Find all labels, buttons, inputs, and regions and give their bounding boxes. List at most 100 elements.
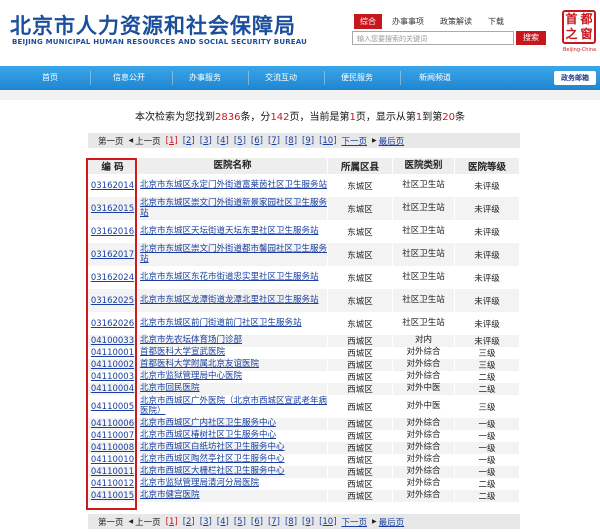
hospital-name-link[interactable]: 北京市东城区崇文门外街道都市馨园社区卫生服务站 xyxy=(140,244,327,264)
hospital-code-link[interactable]: 03162016 xyxy=(91,227,134,237)
page-link[interactable]: [9] xyxy=(302,517,314,527)
hospital-code-link[interactable]: 03162014 xyxy=(91,181,134,191)
hospital-name-link[interactable]: 北京市东城区龙潭街道龙潭北里社区卫生服务站 xyxy=(140,295,319,306)
hospital-type: 社区卫生站 xyxy=(402,317,445,328)
hospital-code-link[interactable]: 04110004 xyxy=(91,384,134,394)
hospital-code-cell: 03162014 xyxy=(88,174,138,197)
page-link[interactable]: [5] xyxy=(234,136,246,146)
hospital-code-link[interactable]: 04110003 xyxy=(91,372,134,382)
page-link[interactable]: [4] xyxy=(217,517,229,527)
page-link[interactable]: [1] xyxy=(166,517,178,527)
hospital-name-link[interactable]: 北京市西城区白纸坊社区卫生服务中心 xyxy=(140,443,285,453)
hospital-level: 未评级 xyxy=(455,289,520,312)
page-link[interactable]: [6] xyxy=(251,517,263,527)
page-link[interactable]: [6] xyxy=(251,136,263,146)
hospital-area: 东城区 xyxy=(347,204,373,215)
page-link[interactable]: [5] xyxy=(234,517,246,527)
last-page-link[interactable]: 最后页 xyxy=(379,135,405,147)
hospital-name-link[interactable]: 北京市西城区陶然亭社区卫生服务中心 xyxy=(140,455,285,465)
page-link[interactable]: [10] xyxy=(319,136,336,146)
hospital-code-link[interactable]: 04110006 xyxy=(91,419,134,429)
hospital-name-link[interactable]: 北京市西城区椿树社区卫生服务中心 xyxy=(140,431,276,441)
hospital-name-link[interactable]: 北京市先农坛体育场门诊部 xyxy=(140,336,242,346)
page-link[interactable]: [2] xyxy=(183,136,195,146)
page-link[interactable]: [7] xyxy=(268,136,280,146)
hospital-area: 西城区 xyxy=(328,359,393,371)
page-link[interactable]: [3] xyxy=(200,136,212,146)
page-link[interactable]: [10] xyxy=(319,517,336,527)
hospital-name-link[interactable]: 北京市东城区天坛街道天坛东里社区卫生服务站 xyxy=(140,226,319,237)
first-page-link[interactable]: 第一页 xyxy=(98,135,124,147)
hospital-code-cell: 04110015 xyxy=(88,490,138,502)
hospital-name-link[interactable]: 首都医科大学宣武医院 xyxy=(140,348,225,358)
hospital-code-link[interactable]: 04110010 xyxy=(91,455,134,465)
hospital-name-link[interactable]: 北京市东城区崇文门外街道新景家园社区卫生服务站 xyxy=(140,198,327,218)
page-link[interactable]: [8] xyxy=(285,517,297,527)
hospital-area: 东城区 xyxy=(347,273,373,284)
page-link[interactable]: [1] xyxy=(166,136,178,146)
hospital-code-link[interactable]: 04110001 xyxy=(91,348,134,358)
hospital-code-link[interactable]: 03162025 xyxy=(91,296,134,306)
site-title[interactable]: 北京市人力资源和社会保障局 xyxy=(10,10,296,40)
hospital-code-link[interactable]: 03162024 xyxy=(91,273,134,283)
hospital-name-link[interactable]: 北京市西城区广外医院（北京市西城区宣武老年病医院） xyxy=(140,396,327,416)
hospital-name-link[interactable]: 北京市健宫医院 xyxy=(140,491,200,501)
last-page-link[interactable]: 最后页 xyxy=(379,516,405,528)
hospital-code-link[interactable]: 03162015 xyxy=(91,204,134,214)
nav-item-interaction[interactable]: 交流互动 xyxy=(256,66,306,90)
top-link-affairs[interactable]: 办事事项 xyxy=(386,14,430,29)
nav-item-home[interactable]: 首页 xyxy=(30,66,70,90)
hospital-level: 三级 xyxy=(455,347,520,359)
hospital-name-link[interactable]: 北京市监狱管理局清河分局医院 xyxy=(140,479,259,489)
hospital-name-link[interactable]: 北京市回民医院 xyxy=(140,384,200,394)
hospital-name-link[interactable]: 首都医科大学附属北京友谊医院 xyxy=(140,360,259,370)
hospital-code-link[interactable]: 03162026 xyxy=(91,319,134,329)
hospital-name-link[interactable]: 北京市西城区大栅栏社区卫生服务中心 xyxy=(140,467,285,477)
page-link[interactable]: [9] xyxy=(302,136,314,146)
search-button[interactable]: 搜索 xyxy=(516,31,546,45)
search-input[interactable]: 输入您要搜索的关键词 xyxy=(352,31,514,45)
hospital-type: 社区卫生站 xyxy=(393,174,455,197)
hospital-name-link[interactable]: 北京市东城区永定门外街道富莱茵社区卫生服务站 xyxy=(140,180,327,191)
hospital-code-link[interactable]: 04110005 xyxy=(91,402,134,412)
first-page-link[interactable]: 第一页 xyxy=(98,516,124,528)
top-link-general[interactable]: 综合 xyxy=(354,14,382,29)
hospital-code-link[interactable]: 04110007 xyxy=(91,431,134,441)
hospital-name-link[interactable]: 北京市西城区广内社区卫生服务中心 xyxy=(140,419,276,429)
page-link[interactable]: [3] xyxy=(200,517,212,527)
hospital-code-link[interactable]: 04110012 xyxy=(91,479,134,489)
hospital-type: 对外中医 xyxy=(393,395,455,418)
top-link-download[interactable]: 下载 xyxy=(482,14,510,29)
hospital-type: 社区卫生站 xyxy=(402,225,445,236)
page-link[interactable]: [2] xyxy=(183,517,195,527)
nav-item-services[interactable]: 办事服务 xyxy=(180,66,230,90)
hospital-code-link[interactable]: 04110008 xyxy=(91,443,134,453)
top-link-policy[interactable]: 政策解读 xyxy=(434,14,478,29)
hospital-area: 东城区 xyxy=(328,266,393,289)
hospital-name-link[interactable]: 北京市东城区前门街道前门社区卫生服务站 xyxy=(140,318,302,329)
prev-page-link[interactable]: 上一页 xyxy=(135,516,161,528)
page-link[interactable]: [4] xyxy=(217,136,229,146)
hospital-area: 西城区 xyxy=(347,444,373,454)
hospital-level: 一级 xyxy=(478,468,496,478)
hospital-code-link[interactable]: 04110002 xyxy=(91,360,134,370)
hospital-code-cell: 03162025 xyxy=(88,289,138,312)
hospital-name-link[interactable]: 北京市监狱管理局中心医院 xyxy=(140,372,242,382)
nav-item-info[interactable]: 信息公开 xyxy=(104,66,154,90)
prev-page-link[interactable]: 上一页 xyxy=(135,135,161,147)
hospital-code-link[interactable]: 04100033 xyxy=(91,336,134,346)
nav-item-news[interactable]: 新闻频道 xyxy=(410,66,460,90)
hospital-area: 东城区 xyxy=(347,250,373,261)
hospital-level: 一级 xyxy=(478,420,496,430)
hospital-name-link[interactable]: 北京市东城区东花市街道忠实里社区卫生服务站 xyxy=(140,272,319,283)
next-page-link[interactable]: 下一页 xyxy=(342,135,368,147)
hospital-code-link[interactable]: 04110011 xyxy=(91,467,134,477)
page-link[interactable]: [7] xyxy=(268,517,280,527)
nav-item-convenience[interactable]: 便民服务 xyxy=(332,66,382,90)
gov-mail-button[interactable]: 政务邮箱 xyxy=(554,71,596,85)
hospital-code-link[interactable]: 04110015 xyxy=(91,491,134,501)
page-link[interactable]: [8] xyxy=(285,136,297,146)
hospital-code-link[interactable]: 03162017 xyxy=(91,250,134,260)
col-area: 所属区县 xyxy=(328,158,393,174)
next-page-link[interactable]: 下一页 xyxy=(342,516,368,528)
